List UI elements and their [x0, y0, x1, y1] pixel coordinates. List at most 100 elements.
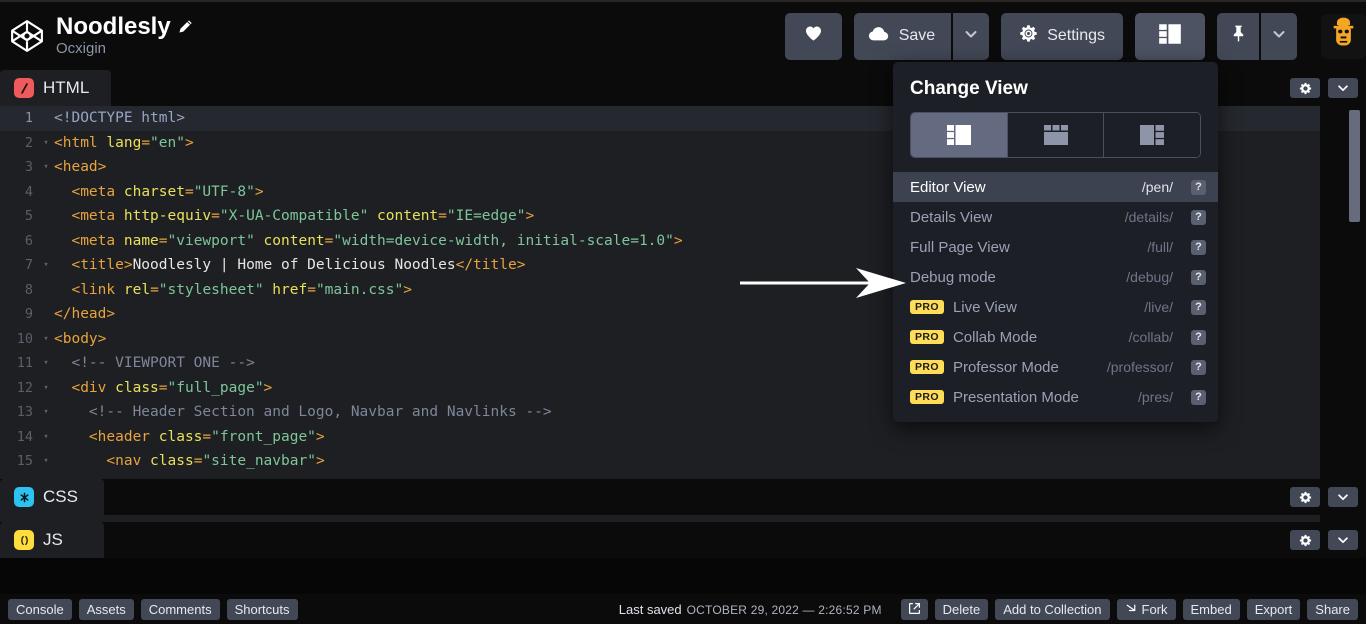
top-bar-actions: Save Settings: [785, 13, 1366, 60]
export-button[interactable]: Export: [1247, 599, 1301, 620]
delete-button[interactable]: Delete: [935, 599, 989, 620]
avatar[interactable]: [1321, 14, 1366, 59]
embed-button[interactable]: Embed: [1183, 599, 1240, 620]
open-external-button[interactable]: [901, 599, 928, 620]
pin-options-button[interactable]: [1261, 13, 1297, 60]
fork-icon: [1125, 603, 1137, 615]
layout-left-icon[interactable]: [911, 113, 1008, 157]
js-lang-label: JS: [43, 530, 63, 550]
change-view-item-presentation-mode[interactable]: PROPresentation Mode/pres/?: [893, 382, 1218, 412]
fold-arrow-icon[interactable]: ▾: [40, 351, 52, 376]
fold-arrow-icon[interactable]: ▾: [40, 155, 52, 180]
line-number: 10: [0, 327, 40, 352]
cloud-icon: [868, 25, 890, 47]
layout-panels-icon: [1157, 22, 1183, 51]
code-line-text: <!-- Header Section and Logo, Navbar and…: [52, 400, 552, 425]
line-number: 5: [0, 204, 40, 229]
assets-button[interactable]: Assets: [79, 599, 134, 620]
code-line[interactable]: 14▾ <header class="front_page">: [0, 425, 1366, 450]
html-pane-tools: [1290, 70, 1358, 106]
css-collapse-chevron-down-icon[interactable]: [1328, 487, 1358, 507]
button-label: Delete: [943, 603, 981, 616]
code-line[interactable]: 15▾ <nav class="site_navbar">: [0, 449, 1366, 474]
js-collapse-chevron-down-icon[interactable]: [1328, 530, 1358, 550]
button-label: Export: [1255, 603, 1293, 616]
html-editor-scrollbar[interactable]: [1349, 110, 1360, 222]
fold-arrow-icon[interactable]: ▾: [40, 425, 52, 450]
line-number: 6: [0, 229, 40, 254]
fork-button[interactable]: Fork: [1117, 599, 1176, 620]
html-settings-gear-icon[interactable]: [1290, 78, 1320, 98]
line-number: 13: [0, 400, 40, 425]
change-view-item-label: Editor View: [910, 179, 986, 196]
line-number: 4: [0, 180, 40, 205]
fold-arrow-icon[interactable]: ▾: [40, 131, 52, 156]
css-lang-label: CSS: [43, 487, 78, 507]
button-label: Fork: [1142, 603, 1168, 616]
line-number: 11: [0, 351, 40, 376]
css-settings-gear-icon[interactable]: [1290, 487, 1320, 507]
code-line-text: <title>Noodlesly | Home of Delicious Noo…: [52, 253, 525, 278]
settings-button-label: Settings: [1047, 27, 1105, 45]
change-view-item-path: /debug/: [1126, 269, 1173, 285]
change-view-item-label: Debug mode: [910, 269, 996, 286]
help-question-icon[interactable]: ?: [1191, 330, 1206, 345]
shortcuts-button[interactable]: Shortcuts: [227, 599, 298, 620]
fold-arrow-icon[interactable]: ▾: [40, 400, 52, 425]
pen-owner[interactable]: Ocxigin: [56, 40, 193, 59]
line-number: 15: [0, 449, 40, 474]
change-view-item-label: Collab Mode: [953, 329, 1037, 346]
layout-right-icon[interactable]: [1104, 113, 1200, 157]
save-button[interactable]: Save: [854, 13, 951, 60]
code-line-text: <meta name="viewport" content="width=dev…: [52, 229, 683, 254]
change-view-item-professor-mode[interactable]: PROProfessor Mode/professor/?: [893, 352, 1218, 382]
html-lang-label: HTML: [43, 78, 89, 98]
html-collapse-chevron-down-icon[interactable]: [1328, 78, 1358, 98]
change-view-item-live-view[interactable]: PROLive View/live/?: [893, 292, 1218, 322]
help-question-icon[interactable]: ?: [1191, 180, 1206, 195]
tab-html[interactable]: HTML: [0, 70, 111, 106]
change-view-item-label: Live View: [953, 299, 1017, 316]
change-view-item-collab-mode[interactable]: PROCollab Mode/collab/?: [893, 322, 1218, 352]
tab-css[interactable]: CSS: [0, 479, 104, 515]
help-question-icon[interactable]: ?: [1191, 240, 1206, 255]
help-question-icon[interactable]: ?: [1191, 210, 1206, 225]
codepen-logo-icon[interactable]: [10, 19, 44, 53]
pro-badge: PRO: [910, 300, 944, 315]
love-button[interactable]: [785, 13, 842, 60]
comments-button[interactable]: Comments: [141, 599, 220, 620]
js-settings-gear-icon[interactable]: [1290, 530, 1320, 550]
help-question-icon[interactable]: ?: [1191, 300, 1206, 315]
change-view-button[interactable]: [1135, 13, 1205, 60]
help-question-icon[interactable]: ?: [1191, 360, 1206, 375]
line-number: 9: [0, 302, 40, 327]
line-number: 1: [0, 106, 40, 131]
fold-arrow-icon[interactable]: ▾: [40, 253, 52, 278]
page-title[interactable]: Noodlesly: [56, 14, 171, 39]
change-view-item-details-view[interactable]: Details View/details/?: [893, 202, 1218, 232]
help-question-icon[interactable]: ?: [1191, 270, 1206, 285]
layout-top-icon[interactable]: [1008, 113, 1105, 157]
save-options-button[interactable]: [953, 13, 989, 60]
fold-arrow-icon[interactable]: ▾: [40, 327, 52, 352]
line-number: 7: [0, 253, 40, 278]
change-view-item-full-page-view[interactable]: Full Page View/full/?: [893, 232, 1218, 262]
codepen-editor-app: Noodlesly Ocxigin: [0, 0, 1366, 624]
fold-arrow-icon[interactable]: ▾: [40, 376, 52, 401]
line-number: 3: [0, 155, 40, 180]
code-line-text: <link rel="stylesheet" href="main.css">: [52, 278, 412, 303]
last-saved-timestamp: OCTOBER 29, 2022 — 2:26:52 PM: [687, 603, 882, 617]
share-button[interactable]: Share: [1307, 599, 1358, 620]
change-view-item-path: /pres/: [1138, 389, 1173, 405]
pin-button[interactable]: [1217, 13, 1259, 60]
footer-right-buttons: Delete Add to Collection Fork Embed Export Sh…: [901, 599, 1358, 620]
help-question-icon[interactable]: ?: [1191, 390, 1206, 405]
console-button[interactable]: Console: [8, 599, 72, 620]
settings-button[interactable]: Settings: [1001, 13, 1123, 60]
change-view-item-debug-mode[interactable]: Debug mode/debug/?: [893, 262, 1218, 292]
add-to-collection-button[interactable]: Add to Collection: [995, 599, 1109, 620]
change-view-item-editor-view[interactable]: Editor View/pen/?: [893, 172, 1218, 202]
pencil-icon[interactable]: [178, 19, 193, 34]
tab-js[interactable]: JS: [0, 522, 104, 558]
fold-arrow-icon[interactable]: ▾: [40, 449, 52, 474]
